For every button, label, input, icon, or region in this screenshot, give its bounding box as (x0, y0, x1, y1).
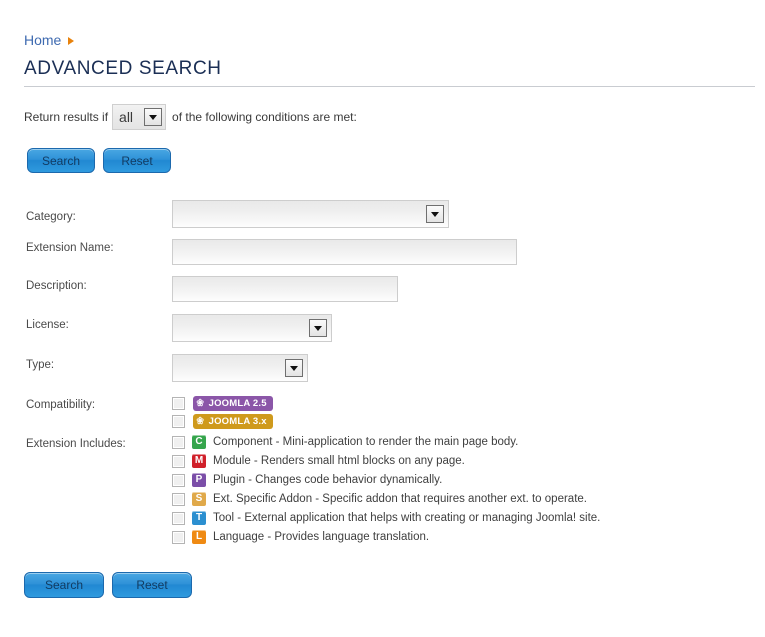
list-item[interactable]: M Module - Renders small html blocks on … (172, 454, 600, 468)
search-button-bottom[interactable]: Search (24, 572, 104, 598)
list-item[interactable]: C Component - Mini-application to render… (172, 435, 600, 449)
match-type-value: all (119, 109, 134, 125)
bottom-button-row: Search Reset (24, 572, 192, 598)
compatibility-options: ❀ JOOMLA 2.5 ❀ JOOMLA 3.x (172, 396, 273, 429)
type-select[interactable] (172, 354, 308, 382)
match-type-select[interactable]: all (112, 104, 167, 130)
includes-checkbox-0[interactable] (172, 435, 185, 449)
includes-label-2: Plugin - Changes code behavior dynamical… (213, 474, 443, 486)
includes-checkbox-5[interactable] (172, 530, 185, 544)
joomla-25-badge-label: JOOMLA 2.5 (208, 397, 267, 409)
license-label: License: (26, 319, 69, 331)
compatibility-label: Compatibility: (26, 399, 96, 411)
extension-name-input[interactable] (172, 239, 517, 265)
reset-button-top[interactable]: Reset (103, 148, 172, 173)
page-title: ADVANCED SEARCH (24, 58, 222, 79)
extension-includes-options: C Component - Mini-application to render… (172, 435, 600, 544)
includes-checkbox-3[interactable] (172, 492, 185, 506)
description-label: Description: (26, 280, 87, 292)
extension-name-label: Extension Name: (26, 242, 114, 254)
chevron-down-icon[interactable] (309, 319, 327, 337)
joomla-3x-badge-label: JOOMLA 3.x (208, 415, 267, 427)
list-item[interactable]: T Tool - External application that helps… (172, 511, 600, 525)
includes-checkbox-4[interactable] (172, 511, 185, 525)
module-icon: M (192, 454, 206, 468)
includes-label-5: Language - Provides language translation… (213, 531, 430, 543)
category-select[interactable] (172, 200, 449, 228)
chevron-down-icon[interactable] (285, 359, 303, 377)
includes-label-1: Module - Renders small html blocks on an… (213, 455, 465, 467)
top-button-row: Search Reset (27, 148, 172, 173)
license-select[interactable] (172, 314, 332, 342)
extension-includes-label: Extension Includes: (26, 438, 126, 450)
match-suffix-label: of the following conditions are met: (172, 110, 357, 124)
includes-checkbox-2[interactable] (172, 473, 185, 487)
tool-icon: T (192, 511, 206, 525)
breadcrumb-home-link[interactable]: Home (24, 32, 61, 48)
chevron-down-icon[interactable] (144, 108, 163, 126)
title-divider (24, 86, 755, 87)
includes-label-0: Component - Mini-application to render t… (213, 436, 519, 448)
reset-button-bottom[interactable]: Reset (112, 572, 192, 598)
description-input[interactable] (172, 276, 398, 302)
compatibility-checkbox-1[interactable] (172, 415, 185, 428)
breadcrumb: Home (24, 32, 75, 48)
compatibility-option[interactable]: ❀ JOOMLA 2.5 (172, 396, 273, 411)
addon-icon: S (192, 492, 206, 506)
compatibility-option[interactable]: ❀ JOOMLA 3.x (172, 414, 273, 429)
match-prefix-label: Return results if (24, 110, 109, 124)
search-button-top[interactable]: Search (27, 148, 96, 173)
triangle-right-icon (68, 36, 75, 45)
category-label: Category: (26, 211, 76, 223)
plugin-icon: P (192, 473, 206, 487)
match-condition-row: Return results if all of the following c… (24, 104, 357, 130)
component-icon: C (192, 435, 206, 449)
includes-label-3: Ext. Specific Addon - Specific addon tha… (213, 493, 587, 505)
includes-label-4: Tool - External application that helps w… (213, 512, 601, 524)
language-icon: L (192, 530, 206, 544)
joomla-logo-icon: ❀ (196, 415, 205, 427)
compatibility-checkbox-0[interactable] (172, 397, 185, 410)
includes-checkbox-1[interactable] (172, 454, 185, 468)
list-item[interactable]: S Ext. Specific Addon - Specific addon t… (172, 492, 600, 506)
joomla-3x-badge: ❀ JOOMLA 3.x (193, 414, 273, 429)
chevron-down-icon[interactable] (426, 205, 444, 223)
list-item[interactable]: P Plugin - Changes code behavior dynamic… (172, 473, 600, 487)
joomla-25-badge: ❀ JOOMLA 2.5 (193, 396, 273, 411)
type-label: Type: (26, 359, 55, 371)
advanced-search-page: Home ADVANCED SEARCH Return results if a… (0, 0, 765, 637)
joomla-logo-icon: ❀ (196, 397, 205, 409)
list-item[interactable]: L Language - Provides language translati… (172, 530, 600, 544)
